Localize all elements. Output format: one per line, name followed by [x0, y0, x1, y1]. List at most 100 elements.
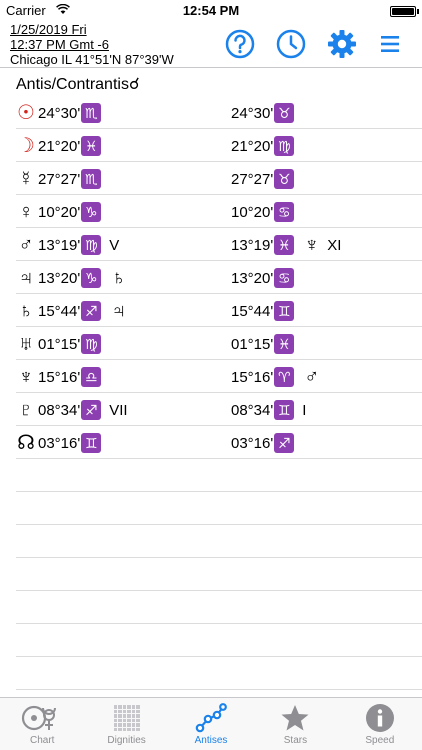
planet-glyph: ♂ — [18, 234, 34, 256]
clock-icon — [276, 29, 306, 59]
empty-row — [16, 624, 422, 657]
star-icon — [280, 702, 310, 734]
status-time: 12:54 PM — [182, 3, 240, 18]
zodiac-sign-icon: ♐ — [81, 400, 102, 420]
contrantis-right-cell: 01°15' ♓ — [231, 333, 295, 355]
antis-row[interactable]: ♇ 08°34' ♐ VII 08°34' ♊ I — [16, 393, 422, 426]
contrantis-right-cell: 10°20' ♋ — [231, 201, 295, 223]
contrantis-degree: 01°15' — [231, 335, 274, 353]
tab-antises[interactable]: Antises — [169, 698, 253, 750]
planet-glyph: ♃ — [18, 267, 34, 289]
tab-speed[interactable]: Speed — [338, 698, 422, 750]
zodiac-sign-icon: ♊ — [274, 400, 295, 420]
zodiac-sign-icon: ♐ — [274, 433, 295, 453]
planet-glyph: ♀ — [18, 201, 34, 223]
zodiac-sign-icon: ♍ — [274, 136, 295, 156]
antis-left-cell: ♅ 01°15' ♍ — [16, 333, 102, 355]
antis-row[interactable]: ♂ 13°19' ♍ V 13°19' ♓ ♆ XI — [16, 228, 422, 261]
antis-degree: 27°27' — [38, 170, 81, 188]
zodiac-sign-icon: ♉ — [274, 169, 295, 189]
house-label: I — [302, 401, 307, 419]
header-divider — [0, 67, 422, 68]
zodiac-sign-icon: ♓ — [81, 136, 102, 156]
antis-row[interactable]: ☉ 24°30' ♏ 24°30' ♉ — [16, 96, 422, 129]
antis-left-cell: ☽ 21°20' ♓ — [16, 135, 102, 157]
clock-button[interactable] — [275, 28, 307, 60]
zodiac-sign-icon: ♏ — [81, 103, 102, 123]
antis-degree: 15°44' — [38, 302, 81, 320]
antis-degree: 13°19' — [38, 236, 81, 254]
tab-bar: Chart Dignities Antises Stars Speed — [0, 697, 422, 750]
empty-row — [16, 459, 422, 492]
planet-glyph: ♆ — [18, 366, 34, 388]
contrantis-degree: 15°16' — [231, 368, 274, 386]
planet-glyph: ♅ — [18, 333, 34, 355]
antis-row[interactable]: ♃ 13°20' ♑ ♄ 13°20' ♋ — [16, 261, 422, 294]
help-button[interactable] — [224, 28, 256, 60]
planet-glyph: ☊ — [17, 432, 35, 454]
house-label: V — [109, 236, 120, 254]
antis-degree: 21°20' — [38, 137, 81, 155]
antis-row[interactable]: ☊ 03°16' ♊ 03°16' ♐ — [16, 426, 422, 459]
tab-label: Dignities — [107, 735, 146, 746]
contrantis-degree: 10°20' — [231, 203, 274, 221]
planet-glyph: ♇ — [18, 399, 34, 421]
menu-button[interactable] — [374, 28, 406, 60]
zodiac-sign-icon: ♊ — [274, 301, 295, 321]
antis-left-cell: ☿ 27°27' ♏ — [16, 168, 102, 190]
contrantis-degree: 15°44' — [231, 302, 274, 320]
contrantis-right-cell: 03°16' ♐ — [231, 432, 295, 454]
location-label: Chicago IL 41°51'N 87°39'W — [10, 52, 174, 67]
antis-row[interactable]: ♄ 15°44' ♐ ♃ 15°44' ♊ — [16, 294, 422, 327]
grid-icon — [113, 702, 140, 734]
gear-icon — [328, 30, 356, 58]
tab-stars[interactable]: Stars — [253, 698, 337, 750]
zodiac-sign-icon: ♓ — [274, 334, 295, 354]
antis-degree: 03°16' — [38, 434, 81, 452]
menu-icon — [381, 36, 399, 52]
contrantis-degree: 21°20' — [231, 137, 274, 155]
contrantis-degree: 03°16' — [231, 434, 274, 452]
contrantis-right-cell: 13°19' ♓ ♆ XI — [231, 234, 341, 256]
zodiac-sign-icon: ♉ — [274, 103, 295, 123]
zodiac-sign-icon: ♐ — [81, 301, 102, 321]
antis-left-cell: ♇ 08°34' ♐ VII — [16, 399, 128, 421]
antis-left-cell: ♄ 15°44' ♐ ♃ — [16, 299, 127, 323]
antis-row[interactable]: ☿ 27°27' ♏ 27°27' ♉ — [16, 162, 422, 195]
tab-dignities[interactable]: Dignities — [84, 698, 168, 750]
antis-left-cell: ♃ 13°20' ♑ ♄ — [16, 267, 127, 290]
tab-chart[interactable]: Chart — [0, 698, 84, 750]
empty-row — [16, 558, 422, 591]
tab-label: Speed — [365, 735, 395, 746]
empty-row — [16, 591, 422, 624]
antis-row[interactable]: ♅ 01°15' ♍ 01°15' ♓ — [16, 327, 422, 360]
zodiac-sign-icon: ♏ — [81, 169, 102, 189]
antis-table: ☉ 24°30' ♏ 24°30' ♉ ☽ 21°20' ♓ 21°20' ♍ ☿ 27°27' ♏ 27… — [0, 96, 422, 690]
zodiac-sign-icon: ♋ — [274, 268, 295, 288]
header: 1/25/2019 Fri 12:37 PM Gmt -6 Chicago IL… — [0, 22, 422, 67]
time-link[interactable]: 12:37 PM Gmt -6 — [10, 37, 109, 52]
antis-left-cell: ♀ 10°20' ♑ — [16, 201, 102, 223]
planet-glyph: ♄ — [18, 300, 34, 322]
status-bar: Carrier 12:54 PM — [0, 0, 422, 22]
antis-row[interactable]: ♆ 15°16' ♎ 15°16' ♈ ♂ — [16, 360, 422, 393]
antis-degree: 15°16' — [38, 368, 81, 386]
aspect-planet-glyph: ♆ — [304, 233, 320, 256]
tab-label: Antises — [194, 735, 228, 746]
house-label: XI — [327, 236, 342, 254]
antis-degree: 13°20' — [38, 269, 81, 287]
antis-row[interactable]: ☽ 21°20' ♓ 21°20' ♍ — [16, 129, 422, 162]
contrantis-right-cell: 13°20' ♋ — [231, 267, 295, 289]
zodiac-sign-icon: ♊ — [81, 433, 102, 453]
zodiac-sign-icon: ♍ — [81, 235, 102, 255]
date-link[interactable]: 1/25/2019 Fri — [10, 22, 87, 37]
aspect-planet-glyph: ♃ — [111, 299, 127, 322]
zodiac-sign-icon: ♍ — [81, 334, 102, 354]
chart-planets-icon — [20, 702, 64, 734]
battery-tip — [417, 9, 419, 14]
zodiac-sign-icon: ♑ — [81, 202, 102, 222]
settings-button[interactable] — [326, 28, 358, 60]
contrantis-right-cell: 27°27' ♉ — [231, 168, 295, 190]
antis-row[interactable]: ♀ 10°20' ♑ 10°20' ♋ — [16, 195, 422, 228]
antis-degree: 10°20' — [38, 203, 81, 221]
